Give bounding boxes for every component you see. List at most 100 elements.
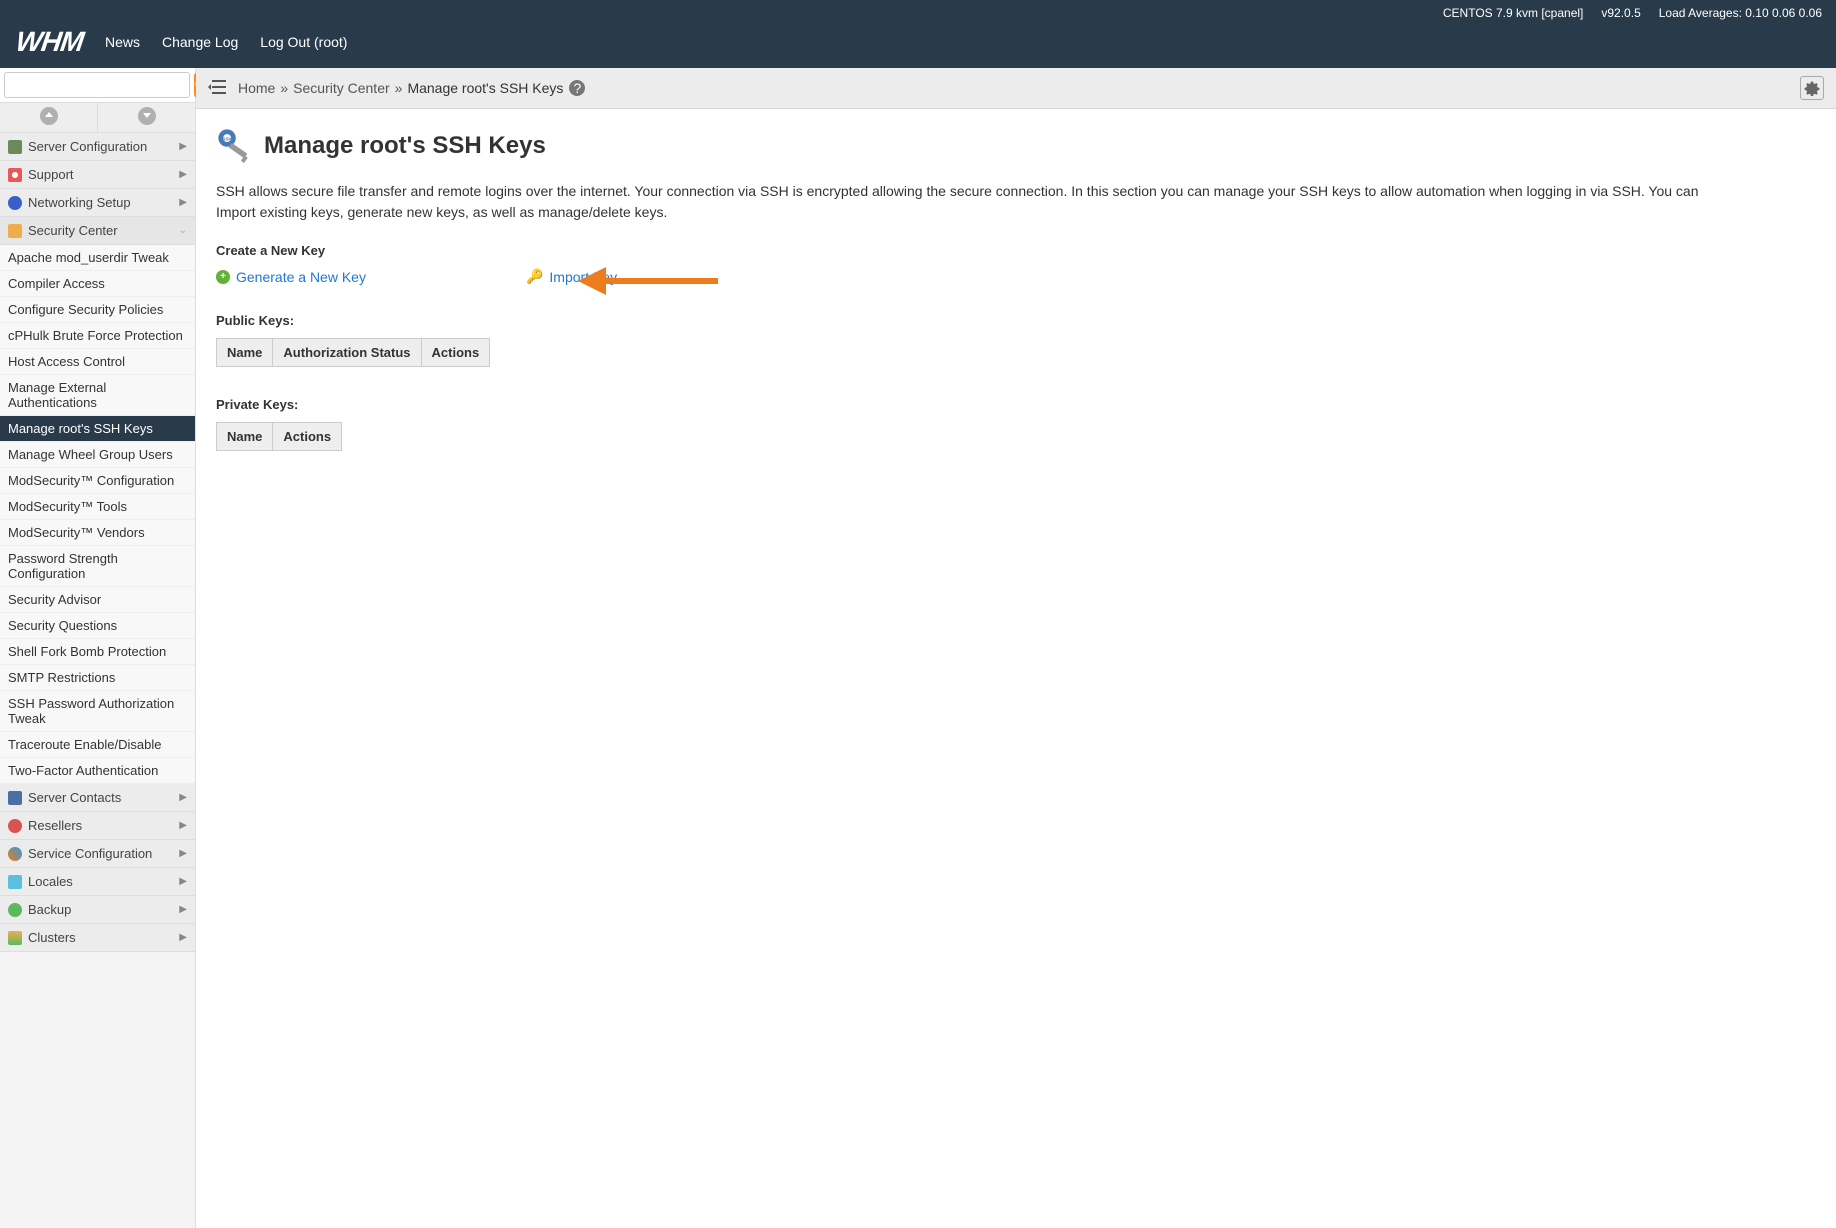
sidebar-group-label: Security Center: [28, 223, 118, 238]
menu-toggle-button[interactable]: [208, 80, 226, 97]
chevron-right-icon: ▶: [179, 876, 187, 887]
chevron-right-icon: ▶: [179, 904, 187, 915]
sidebar-item[interactable]: ModSecurity™ Configuration: [0, 468, 195, 494]
lock-icon: [8, 224, 22, 238]
chevron-down-icon: ⌄: [179, 225, 187, 236]
resellers-icon: [8, 819, 22, 833]
whm-logo[interactable]: WHM: [14, 26, 85, 58]
chevron-right-icon: ▶: [179, 848, 187, 859]
sidebar: Server Configuration ▶ Support ▶ Network…: [0, 68, 196, 1228]
sidebar-item[interactable]: Compiler Access: [0, 271, 195, 297]
sidebar-item[interactable]: Shell Fork Bomb Protection: [0, 639, 195, 665]
ssh-key-icon: SSH: [216, 127, 254, 165]
chevron-right-icon: ▶: [179, 197, 187, 208]
chevron-right-icon: ▶: [179, 932, 187, 943]
sidebar-group-label: Server Contacts: [28, 790, 121, 805]
public-keys-table: Name Authorization Status Actions: [216, 338, 490, 367]
clusters-icon: [8, 931, 22, 945]
os-info: CENTOS 7.9 kvm [cpanel]: [1443, 6, 1584, 20]
version-info: v92.0.5: [1601, 6, 1640, 20]
status-bar: CENTOS 7.9 kvm [cpanel] v92.0.5 Load Ave…: [0, 0, 1836, 26]
network-icon: [8, 196, 22, 210]
sidebar-group-locales[interactable]: Locales ▶: [0, 868, 195, 896]
breadcrumb-separator: »: [280, 80, 288, 96]
sidebar-group-security-center[interactable]: Security Center ⌄: [0, 217, 195, 245]
support-icon: [8, 168, 22, 182]
sidebar-group-support[interactable]: Support ▶: [0, 161, 195, 189]
top-nav: WHM News Change Log Log Out (root): [0, 26, 1836, 68]
generate-new-key-link[interactable]: + Generate a New Key: [216, 269, 366, 285]
sidebar-group-label: Support: [28, 167, 74, 182]
chevron-right-icon: ▶: [179, 792, 187, 803]
backup-icon: [8, 903, 22, 917]
breadcrumb-home[interactable]: Home: [238, 80, 275, 96]
help-icon[interactable]: ?: [569, 80, 585, 96]
public-keys-label: Public Keys:: [216, 313, 1816, 328]
breadcrumb-separator: »: [395, 80, 403, 96]
topbar: CENTOS 7.9 kvm [cpanel] v92.0.5 Load Ave…: [0, 0, 1836, 68]
settings-button[interactable]: [1800, 76, 1824, 100]
sidebar-group-service-config[interactable]: Service Configuration ▶: [0, 840, 195, 868]
sidebar-item[interactable]: Configure Security Policies: [0, 297, 195, 323]
sidebar-item[interactable]: Manage Wheel Group Users: [0, 442, 195, 468]
sidebar-item[interactable]: SSH Password Authorization Tweak: [0, 691, 195, 732]
sidebar-group-label: Backup: [28, 902, 71, 917]
svg-text:SSH: SSH: [222, 136, 232, 142]
table-header-name: Name: [217, 423, 273, 451]
page-title: Manage root's SSH Keys: [264, 132, 546, 160]
sidebar-item[interactable]: cPHulk Brute Force Protection: [0, 323, 195, 349]
page-description: SSH allows secure file transfer and remo…: [216, 181, 1716, 223]
table-header-auth: Authorization Status: [273, 339, 421, 367]
generate-link-label: Generate a New Key: [236, 269, 366, 285]
sidebar-group-clusters[interactable]: Clusters ▶: [0, 924, 195, 952]
chevron-right-icon: ▶: [179, 169, 187, 180]
nav-logout[interactable]: Log Out (root): [260, 34, 347, 50]
sidebar-item[interactable]: Traceroute Enable/Disable: [0, 732, 195, 758]
server-icon: [8, 140, 22, 154]
chevron-down-icon: [138, 107, 156, 125]
sidebar-item[interactable]: Security Advisor: [0, 587, 195, 613]
gear-icon: [1804, 80, 1820, 96]
sidebar-item[interactable]: ModSecurity™ Vendors: [0, 520, 195, 546]
plus-icon: +: [216, 270, 230, 284]
service-icon: [8, 847, 22, 861]
annotation-arrow: [578, 264, 718, 298]
sidebar-item[interactable]: ModSecurity™ Tools: [0, 494, 195, 520]
sidebar-item[interactable]: Manage root's SSH Keys: [0, 416, 195, 442]
sidebar-group-networking[interactable]: Networking Setup ▶: [0, 189, 195, 217]
chevron-right-icon: ▶: [179, 820, 187, 831]
nav-changelog[interactable]: Change Log: [162, 34, 238, 50]
sidebar-item[interactable]: SMTP Restrictions: [0, 665, 195, 691]
locales-icon: [8, 875, 22, 889]
collapse-down-button[interactable]: [98, 103, 195, 132]
sidebar-group-server-config[interactable]: Server Configuration ▶: [0, 133, 195, 161]
sidebar-group-label: Networking Setup: [28, 195, 131, 210]
sidebar-group-server-contacts[interactable]: Server Contacts ▶: [0, 784, 195, 812]
private-keys-table: Name Actions: [216, 422, 342, 451]
sidebar-group-resellers[interactable]: Resellers ▶: [0, 812, 195, 840]
breadcrumb-bar: Home » Security Center » Manage root's S…: [196, 68, 1836, 109]
sidebar-item[interactable]: Manage External Authentications: [0, 375, 195, 416]
sidebar-item[interactable]: Host Access Control: [0, 349, 195, 375]
collapse-up-button[interactable]: [0, 103, 98, 132]
table-header-actions: Actions: [273, 423, 342, 451]
sidebar-item[interactable]: Security Questions: [0, 613, 195, 639]
sidebar-group-backup[interactable]: Backup ▶: [0, 896, 195, 924]
table-header-actions: Actions: [421, 339, 490, 367]
sidebar-group-label: Service Configuration: [28, 846, 152, 861]
sidebar-item[interactable]: Apache mod_userdir Tweak: [0, 245, 195, 271]
table-header-name: Name: [217, 339, 273, 367]
sidebar-group-label: Locales: [28, 874, 73, 889]
chevron-up-icon: [40, 107, 58, 125]
sidebar-item[interactable]: Two-Factor Authentication: [0, 758, 195, 784]
hamburger-icon: [208, 80, 226, 94]
nav-news[interactable]: News: [105, 34, 140, 50]
private-keys-label: Private Keys:: [216, 397, 1816, 412]
sidebar-group-label: Clusters: [28, 930, 76, 945]
create-key-label: Create a New Key: [216, 243, 1816, 258]
contacts-icon: [8, 791, 22, 805]
breadcrumb-section[interactable]: Security Center: [293, 80, 389, 96]
search-input[interactable]: [4, 72, 190, 98]
sidebar-group-label: Resellers: [28, 818, 82, 833]
sidebar-item[interactable]: Password Strength Configuration: [0, 546, 195, 587]
